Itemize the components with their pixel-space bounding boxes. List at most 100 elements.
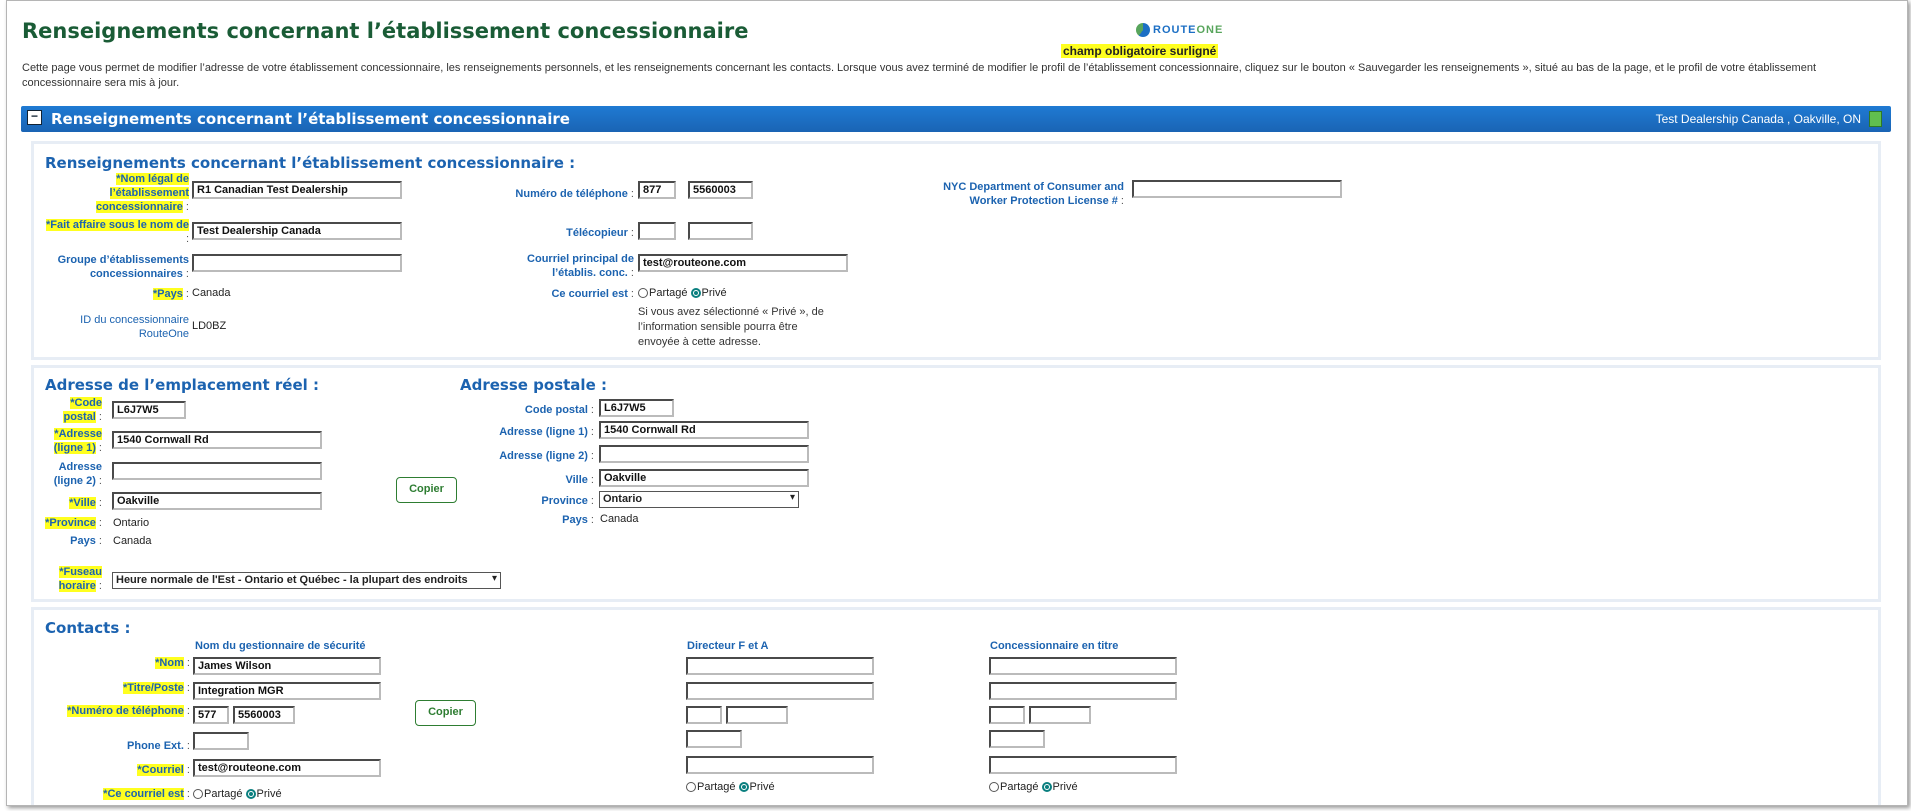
principal-email-privacy-radios: Partagé Privé bbox=[989, 781, 1078, 793]
contact-ext-label: Phone Ext. bbox=[127, 740, 184, 752]
contacts-title: Contacts : bbox=[45, 619, 131, 637]
security-shared-label: Partagé bbox=[204, 788, 243, 800]
security-shared-radio[interactable] bbox=[193, 789, 203, 799]
mailing-city-input[interactable]: Oakville bbox=[599, 469, 809, 487]
contacts-panel: Contacts : Nom du gestionnaire de sécuri… bbox=[31, 607, 1881, 805]
copy-address-button[interactable]: Copier bbox=[396, 477, 457, 503]
banner-title: Renseignements concernant l’établissemen… bbox=[51, 110, 570, 128]
shared-radio-label: Partagé bbox=[649, 287, 688, 299]
principal-phone-area-input[interactable] bbox=[989, 706, 1025, 724]
mailing-country-value: Canada bbox=[600, 513, 639, 525]
phone-number-input[interactable]: 5560003 bbox=[688, 181, 753, 199]
principal-shared-label: Partagé bbox=[1000, 781, 1039, 793]
principal-shared-radio[interactable] bbox=[989, 782, 999, 792]
mailing-country-label: Pays bbox=[562, 514, 588, 526]
fi-director-column-title: Directeur F et A bbox=[687, 640, 769, 652]
legal-name-label: *Nom légal de l’établissement concession… bbox=[96, 173, 189, 213]
security-email-input[interactable]: test@routeone.com bbox=[193, 759, 381, 777]
security-manager-column-title: Nom du gestionnaire de sécurité bbox=[195, 640, 366, 652]
fi-private-label: Privé bbox=[749, 781, 775, 793]
page-title: Renseignements concernant l’établissemen… bbox=[22, 19, 749, 43]
mailing-province-label: Province bbox=[541, 495, 588, 507]
nyc-license-label: NYC Department of Consumer and Worker Pr… bbox=[943, 181, 1124, 207]
collapse-icon[interactable]: − bbox=[27, 110, 42, 125]
private-radio[interactable] bbox=[690, 288, 701, 298]
contact-phone-label: *Numéro de téléphone bbox=[67, 705, 184, 717]
section-banner: − Renseignements concernant l’établissem… bbox=[21, 106, 1891, 132]
nyc-license-input[interactable] bbox=[1132, 180, 1342, 198]
fi-private-radio[interactable] bbox=[738, 782, 749, 792]
fi-name-input[interactable] bbox=[686, 657, 874, 675]
dealer-country-value: Canada bbox=[192, 287, 231, 299]
primary-email-input[interactable]: test@routeone.com bbox=[638, 254, 848, 272]
dba-input[interactable]: Test Dealership Canada bbox=[192, 222, 402, 240]
address-panel: Adresse de l’emplacement réel : *Code po… bbox=[31, 365, 1881, 602]
principal-email-input[interactable] bbox=[989, 756, 1177, 774]
phone-label: Numéro de téléphone bbox=[515, 188, 628, 200]
phone-area-input[interactable]: 877 bbox=[638, 181, 676, 199]
page-frame: Renseignements concernant l’établissemen… bbox=[6, 0, 1908, 806]
mailing-postal-input[interactable]: L6J7W5 bbox=[599, 399, 674, 417]
security-phone-number-input[interactable]: 5560003 bbox=[233, 706, 295, 724]
security-private-radio[interactable] bbox=[245, 789, 256, 799]
legal-name-input[interactable]: R1 Canadian Test Dealership bbox=[192, 181, 402, 199]
copy-contact-button[interactable]: Copier bbox=[415, 700, 476, 726]
mailing-addr2-input[interactable] bbox=[599, 445, 809, 463]
security-ext-input[interactable] bbox=[193, 732, 249, 750]
routeone-logo: ROUTEONE bbox=[1136, 23, 1223, 37]
physical-addr2-label: Adresse (ligne 2) bbox=[53, 461, 102, 487]
email-privacy-label: Ce courriel est bbox=[551, 288, 628, 300]
dealer-info-panel: Renseignements concernant l’établissemen… bbox=[31, 141, 1881, 360]
principal-title-input[interactable] bbox=[989, 682, 1177, 700]
mailing-addr1-input[interactable]: 1540 Cornwall Rd bbox=[599, 421, 809, 439]
security-title-input[interactable]: Integration MGR bbox=[193, 682, 381, 700]
chevron-down-icon: ▾ bbox=[789, 492, 795, 503]
banner-location: Test Dealership Canada , Oakville, ON bbox=[1655, 112, 1861, 126]
physical-province-value: Ontario bbox=[113, 517, 150, 529]
shared-radio[interactable] bbox=[638, 288, 648, 298]
document-icon[interactable] bbox=[1869, 111, 1882, 127]
fi-shared-radio[interactable] bbox=[686, 782, 696, 792]
logo-text-one: ONE bbox=[1196, 24, 1224, 36]
dealer-group-input[interactable] bbox=[192, 254, 402, 272]
dealer-section-title: Renseignements concernant l’établissemen… bbox=[45, 154, 576, 172]
mailing-addr1-label: Adresse (ligne 1) bbox=[499, 426, 588, 438]
mailing-postal-label: Code postal bbox=[524, 404, 588, 416]
principal-private-label: Privé bbox=[1052, 781, 1078, 793]
physical-postal-input[interactable]: L6J7W5 bbox=[112, 401, 186, 419]
fi-email-input[interactable] bbox=[686, 756, 874, 774]
mailing-addr2-label: Adresse (ligne 2) bbox=[499, 450, 588, 462]
physical-city-input[interactable]: Oakville bbox=[112, 492, 322, 510]
fax-area-input[interactable] bbox=[638, 222, 676, 240]
physical-addr1-input[interactable]: 1540 Cornwall Rd bbox=[112, 431, 322, 449]
mailing-province-select[interactable]: Ontario ▾ bbox=[599, 491, 799, 508]
physical-addr2-input[interactable] bbox=[112, 462, 322, 480]
principal-phone-number-input[interactable] bbox=[1029, 706, 1091, 724]
fi-ext-input[interactable] bbox=[686, 730, 742, 748]
primary-email-label: Courriel principal de l’établis. conc. bbox=[527, 253, 634, 279]
security-phone-area-input[interactable]: 577 bbox=[193, 706, 229, 724]
contact-email-privacy-label: *Ce courriel est bbox=[103, 788, 184, 800]
physical-country-label: Pays bbox=[70, 535, 96, 547]
fi-email-privacy-radios: Partagé Privé bbox=[686, 781, 775, 793]
contact-title-label: *Titre/Poste bbox=[122, 682, 184, 694]
dealer-id-value: LD0BZ bbox=[192, 320, 227, 332]
physical-province-label: *Province bbox=[45, 517, 96, 529]
mailing-province-selected: Ontario bbox=[603, 493, 643, 505]
private-radio-label: Privé bbox=[701, 287, 727, 299]
security-private-label: Privé bbox=[256, 788, 282, 800]
dealer-country-label: *Pays bbox=[152, 288, 183, 300]
fi-title-input[interactable] bbox=[686, 682, 874, 700]
dealer-principal-column-title: Concessionnaire en titre bbox=[990, 640, 1119, 652]
principal-private-radio[interactable] bbox=[1041, 782, 1052, 792]
required-field-note: champ obligatoire surligné bbox=[1061, 44, 1219, 58]
timezone-select[interactable]: Heure normale de l'Est - Ontario et Québ… bbox=[112, 572, 501, 589]
principal-ext-input[interactable] bbox=[989, 730, 1045, 748]
fax-label: Télécopieur bbox=[566, 227, 628, 239]
physical-addr1-label: *Adresse (ligne 1) bbox=[53, 428, 102, 454]
fax-number-input[interactable] bbox=[688, 222, 753, 240]
security-name-input[interactable]: James Wilson bbox=[193, 657, 381, 675]
fi-phone-area-input[interactable] bbox=[686, 706, 722, 724]
fi-phone-number-input[interactable] bbox=[726, 706, 788, 724]
principal-name-input[interactable] bbox=[989, 657, 1177, 675]
